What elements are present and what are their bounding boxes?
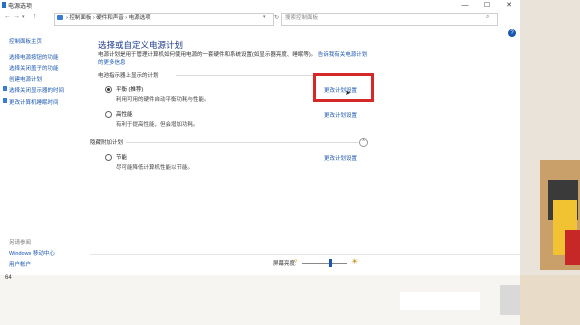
brightness-slider-thumb[interactable] [328, 259, 332, 267]
see-also-mobility-center[interactable]: Windows 移动中心 [9, 249, 55, 257]
back-button[interactable]: ← [4, 13, 11, 20]
plan-name-high-performance[interactable]: 高性能 [116, 110, 133, 118]
search-placeholder: 搜索控制面板 [285, 15, 319, 21]
plan-radio-power-saver[interactable] [105, 154, 112, 161]
sidebar-link-create-plan[interactable]: 创建电源计划 [9, 75, 42, 83]
up-button[interactable]: ↑ [33, 13, 37, 20]
plan-desc-high-performance: 有利于提高性能，但会增加功耗。 [116, 122, 199, 128]
corner-text: 64 [5, 275, 12, 281]
change-plan-link-power-saver[interactable]: 更改计划设置 [324, 154, 357, 162]
sidebar-link-sleep[interactable]: 更改计算机睡眠时间 [9, 98, 59, 106]
section-hidden-plans[interactable]: 隐藏附加计划 [90, 138, 123, 146]
collapse-hidden-plans-button[interactable]: ^ [359, 138, 368, 147]
close-button[interactable]: ✕ [499, 0, 519, 11]
sidebar-link-display-off[interactable]: 选择关闭显示器的时间 [9, 86, 64, 94]
plan-desc-power-saver: 尽可能降低计算机性能以节能。 [116, 165, 194, 171]
page-title: 选择或自定义电源计划 [98, 40, 184, 50]
dim-sun-icon: ☼ [293, 258, 299, 264]
plan-radio-high-performance[interactable] [105, 111, 112, 118]
description-text: 电源计划是用于管理计算机如何使用电源的一套硬件和系统设置(如显示器亮度、睡眠等)… [98, 52, 317, 58]
plan-desc-balanced: 利用可用的硬件自动平衡功耗与性能。 [116, 97, 210, 103]
see-also-heading: 另请参阅 [9, 240, 32, 246]
highlight-box [313, 73, 374, 102]
refresh-icon[interactable]: ↻ [274, 14, 279, 21]
brightness-slider[interactable] [302, 263, 347, 264]
app-icon [2, 2, 6, 8]
page-description: 电源计划是用于管理计算机如何使用电源的一套硬件和系统设置(如显示器亮度、睡眠等)… [98, 51, 368, 67]
power-options-window: 电源选项 — ☐ ✕ ← → ▾ ↑ › 控制面板 › 硬件和声音 › 电源选项… [0, 0, 520, 275]
plan-radio-selected-dot [107, 88, 110, 91]
footer-divider [90, 254, 520, 255]
display-shield-icon [3, 86, 7, 91]
control-panel-icon [57, 15, 63, 20]
plan-name-power-saver[interactable]: 节能 [116, 153, 127, 161]
sidebar-link-lid[interactable]: 选择关闭盖子的功能 [9, 64, 59, 72]
maximize-button[interactable]: ☐ [477, 0, 497, 11]
search-icon[interactable]: ⌕ [486, 14, 489, 21]
recent-dropdown-icon[interactable]: ▾ [22, 14, 25, 20]
sidebar-home-link[interactable]: 控制面板主页 [9, 37, 42, 45]
see-also-user-accounts[interactable]: 用户帐户 [9, 260, 31, 268]
address-dropdown-icon[interactable]: ▾ [263, 14, 266, 20]
section-shown-plans: 电池指示器上显示的计划 [98, 73, 159, 79]
help-icon[interactable]: ? [508, 29, 516, 37]
sleep-shield-icon [3, 98, 7, 103]
bright-sun-icon: ☀ [351, 257, 359, 266]
forward-button[interactable]: → [13, 13, 20, 20]
title-bar[interactable]: 电源选项 — ☐ ✕ [0, 0, 520, 11]
sidebar-link-power-button[interactable]: 选择电源按钮的功能 [9, 53, 59, 61]
minimize-button[interactable]: — [455, 0, 475, 11]
hidden-section-divider [126, 142, 358, 143]
plan-name-balanced[interactable]: 平衡 (推荐) [116, 85, 143, 93]
change-plan-link-high-performance[interactable]: 更改计划设置 [324, 111, 357, 119]
window-title: 电源选项 [8, 4, 33, 10]
breadcrumb[interactable]: › 控制面板 › 硬件和声音 › 电源选项 [66, 13, 151, 24]
